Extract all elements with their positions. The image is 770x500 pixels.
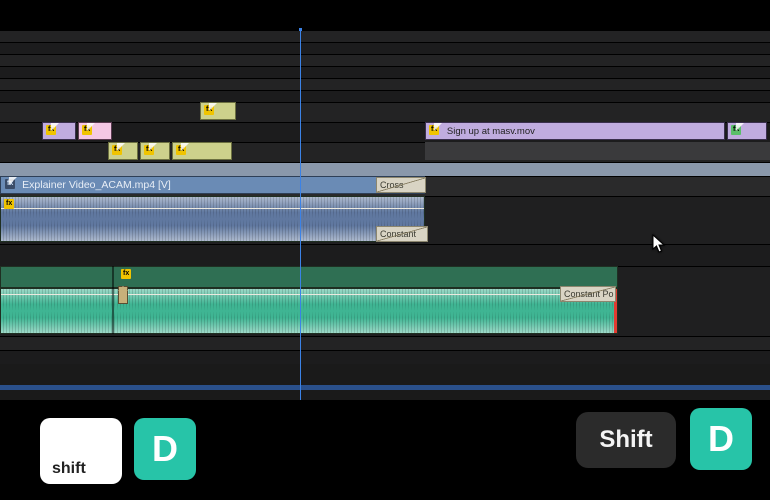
transition-constant-power-a2[interactable]: Constant Po bbox=[560, 286, 616, 302]
fx-badge: fx bbox=[4, 199, 14, 209]
audio-clip-a1[interactable]: fx bbox=[0, 196, 425, 242]
track-lane bbox=[0, 66, 770, 78]
keycap-shift-right: Shift bbox=[576, 412, 676, 468]
audio-clip-a2[interactable] bbox=[0, 288, 618, 334]
track-lane bbox=[0, 42, 770, 54]
track-thin bbox=[0, 162, 770, 176]
editor-stage: fx fx fx fx Sign up at masv.mov fx fx fx… bbox=[0, 0, 770, 500]
audio-clip-a2-top[interactable]: fx bbox=[0, 266, 618, 288]
playhead[interactable] bbox=[300, 30, 301, 400]
edit-cut bbox=[112, 266, 114, 334]
track-lane bbox=[0, 90, 770, 102]
clip-label: Explainer Video_ACAM.mp4 [V] bbox=[22, 179, 171, 191]
clip-video-main[interactable]: fx Explainer Video_ACAM.mp4 [V] bbox=[0, 176, 425, 194]
keycap-shift-left: shift bbox=[40, 418, 122, 484]
track-lane bbox=[0, 336, 770, 350]
clip-olive[interactable]: fx bbox=[108, 142, 138, 160]
track-lane bbox=[0, 350, 770, 364]
clip-olive[interactable]: fx bbox=[200, 102, 236, 120]
cursor-icon bbox=[652, 234, 666, 254]
keycap-label: Shift bbox=[599, 426, 652, 454]
transition-constant-power-a1[interactable]: Constant Po bbox=[376, 226, 428, 242]
clip-label: Sign up at masv.mov bbox=[445, 126, 535, 137]
keycap-label: shift bbox=[44, 460, 86, 484]
transition-cross-dissolve[interactable]: Cross Dissolve bbox=[376, 177, 426, 193]
inout-range-bar[interactable] bbox=[0, 385, 770, 390]
timeline[interactable]: fx fx fx fx Sign up at masv.mov fx fx fx… bbox=[0, 30, 770, 400]
clip-signup[interactable]: fx Sign up at masv.mov bbox=[425, 122, 725, 140]
track-lane bbox=[0, 30, 770, 42]
keycap-d-left: D bbox=[134, 418, 196, 480]
fx-badge: fx bbox=[121, 269, 131, 279]
track-v3[interactable] bbox=[0, 102, 770, 122]
track-lane bbox=[0, 78, 770, 90]
keycap-d-right: D bbox=[690, 408, 752, 470]
clip-purple[interactable]: fx bbox=[42, 122, 76, 140]
marker[interactable] bbox=[118, 286, 128, 304]
clip-olive[interactable]: fx bbox=[172, 142, 232, 160]
clip-olive[interactable]: fx bbox=[140, 142, 170, 160]
track-lane bbox=[0, 54, 770, 66]
clip-purple-end[interactable]: fx bbox=[727, 122, 767, 140]
clip-placeholder bbox=[425, 142, 770, 160]
keycap-label: D bbox=[708, 418, 734, 460]
keycap-label: D bbox=[152, 428, 178, 470]
clip-pink[interactable]: fx bbox=[78, 122, 112, 140]
